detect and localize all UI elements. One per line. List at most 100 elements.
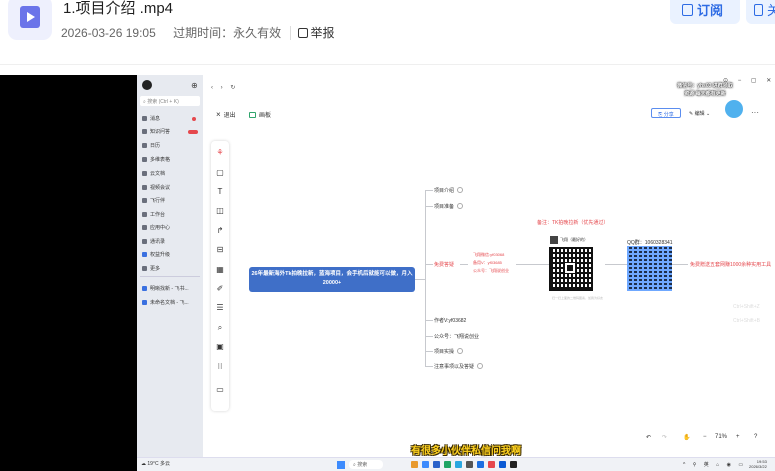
grid-icon [142,212,147,217]
detail-line: 飞翔微信:yf03068 [473,252,505,257]
node-label: 作者V:yf03682 [434,318,467,324]
whiteboard-label: 画板 [259,113,272,119]
contacts-icon [142,239,147,244]
node-label: 公众号：飞翔说创业 [434,334,480,340]
shortcut-hint: Ctrl+Shift+B [733,318,760,324]
video-icon [142,185,147,190]
detail-line: 备用V：yf03685 [473,260,502,265]
node-label: 注意事项以及答疑 [434,364,475,370]
sidebar-item-label: 应用中心 [150,225,171,231]
plane-icon [142,198,147,203]
report-icon [298,28,309,38]
zoom-controls: ↶ ↷ ✋ − 71% + ? [640,431,770,445]
watermark-overlay: 微信号：yhs03 进群领取资源 每天都有更新 [677,83,733,97]
qr-logo [565,263,575,273]
taskbar-app-icon [510,461,517,468]
sidebar-item-qa: 知识问答 [142,128,170,136]
node-label: 项目准备 [434,204,455,210]
image-icon: ▣ [216,342,224,351]
sidebar-item-calendar: 日历 [142,142,160,150]
sidebar-item-apps: 应用中心 [142,224,170,232]
connector-line [425,336,433,337]
table-icon [142,157,147,162]
taskbar-app-icon [411,461,418,468]
mindmap-canvas: ‹ › ↻ ⊙ − ▢ ✕ 微信号：yhs03 进群领取资源 每天都有更新 × 退… [203,75,775,457]
taskbar-app-icon [488,461,495,468]
recent-doc-label: 未命名文档 - 飞... [150,300,189,306]
sidebar-item-docs: 云文档 [142,170,165,178]
whiteboard-icon [249,112,256,118]
mindmap-node: 免费赠送五套网赚1000余种实用工具 [690,261,771,268]
video-subtitle: 有很多小伙伴私信问我啊 [411,446,521,457]
sidebar-item-label: 消息 [150,116,161,122]
zoom-level: 71% [715,434,728,440]
add-icon: ⊕ [191,81,198,90]
comment-icon: ▭ [216,385,224,394]
connector-line [460,264,468,265]
report-link[interactable]: 举报 [290,26,335,40]
sidebar-item-label: 权益升级 [150,252,171,258]
expire-text: 过期时间：永久有效 [173,26,282,40]
shortcut-hint: Ctrl+Shift+Z [733,304,760,310]
follow-button[interactable]: 关 [746,0,775,24]
mindmap-node: 项目实操 [434,348,464,355]
more-icon: ··· [751,108,759,117]
window-nav: ‹ › ↻ [211,85,239,91]
share-label: 分享 [663,112,674,118]
apps-icon [142,225,147,230]
sidebar-item-label: 云文档 [150,171,166,177]
sidebar-item-label: 日历 [150,143,161,149]
node-label: 项目介绍 [434,188,455,194]
doc-icon [142,286,147,291]
help-icon: ? [754,434,758,440]
grid-icon: ⁝⁝ [217,362,223,371]
follow-icon [754,4,763,16]
connector-line [425,366,433,367]
taskbar-app-icon [433,461,440,468]
clock-date: 2026/3/22 [749,464,767,469]
mindmap-node: 作者V:yf03682 [434,317,466,324]
frame-icon: ⊟ [216,245,224,254]
sidebar-item-upgrade: 权益升级 [142,251,170,259]
qq-qr-code [627,246,672,291]
sidebar-item-label: 多维表格 [150,157,171,163]
search-icon: ⌕ [217,323,223,332]
rectangle-icon: ▢ [216,168,224,177]
weather-widget: ☁ 19°C 多云 [141,461,170,467]
shield-icon [142,252,147,257]
page: 1.项目介绍 .mp4 2026-03-26 19:05 过期时间：永久有效 举… [0,0,775,471]
connector-line [425,351,433,352]
wechat-avatar [550,236,558,244]
sidebar-item-contacts: 通讯录 [142,238,165,246]
subscribe-icon [682,4,693,16]
taskbar-search-label: 搜索 [357,462,368,468]
subscribe-button[interactable]: 订阅 [670,0,740,24]
hand-icon: ✋ [683,435,691,441]
chat-icon [142,116,147,121]
taskbar-app-icon [466,461,473,468]
qq-group-label: QQ群：1060328341 [627,240,673,246]
sidebar-item-label: 更多 [150,266,161,272]
header-divider [0,64,775,65]
mindmap-node: 项目准备 [434,203,464,210]
taskbar-app-icon [455,461,462,468]
taskbar-app-icon [444,461,451,468]
mindmap-node: 项目介绍 [434,187,464,194]
unread-badge [192,117,196,121]
connector-line [425,190,426,366]
cursor-highlight [725,100,743,118]
exit-label: 退出 [223,113,236,119]
zoom-in-button: + [736,434,740,440]
recent-doc: 未命名文档 - 飞... [142,299,189,307]
calendar-icon [142,143,147,148]
recent-doc-label: 明晰找新 - 飞书... [150,286,189,292]
connector-line [425,190,433,191]
sidebar-item-label: 工作台 [150,212,166,218]
edit-button: ✎ 编辑 ⌄ [689,111,711,117]
node-label: 免费赠送五套网赚1000余种实用工具 [690,262,772,268]
windows-start-icon [337,461,345,469]
share-button: ⎘ 分享 [651,108,681,118]
weather-desc: 多云 [159,461,170,467]
sidebar-search-placeholder: 搜索 (Ctrl + K) [147,99,179,105]
video-player[interactable]: ⊕ ⌕ 搜索 (Ctrl + K) 消息 知识问答 日历 多维表格 云文档 视频… [0,75,775,471]
